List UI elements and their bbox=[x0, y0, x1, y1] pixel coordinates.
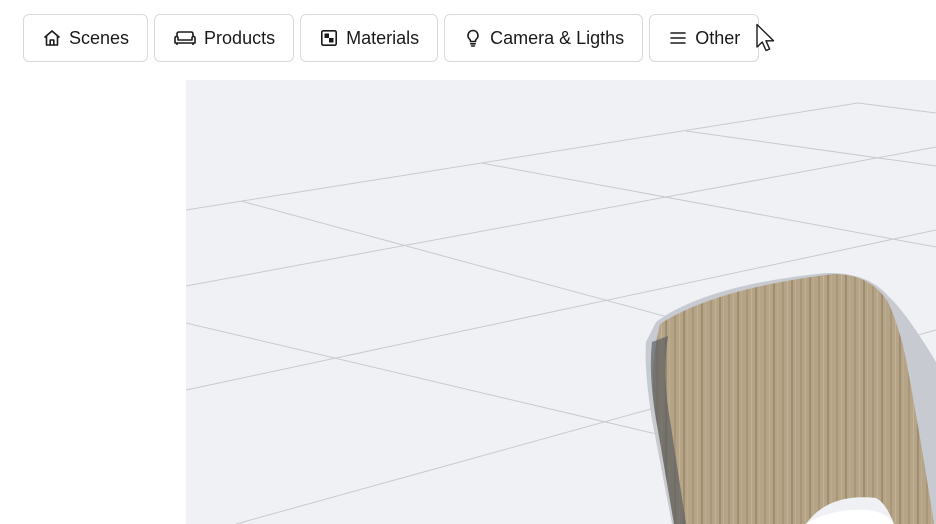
material-swatch-icon bbox=[319, 28, 339, 48]
products-label: Products bbox=[204, 27, 276, 48]
materials-button[interactable]: Materials bbox=[300, 14, 439, 62]
products-button[interactable]: Products bbox=[154, 14, 295, 62]
sofa-icon bbox=[173, 28, 197, 48]
camera-lights-button[interactable]: Camera & Ligths bbox=[444, 14, 644, 62]
chair-model bbox=[645, 272, 936, 524]
other-label: Other bbox=[695, 27, 741, 48]
menu-icon bbox=[668, 28, 688, 48]
house-icon bbox=[42, 28, 62, 48]
materials-label: Materials bbox=[346, 27, 420, 48]
mouse-cursor-icon bbox=[756, 23, 775, 52]
top-toolbar: Scenes Products Materials Camera & Ligth… bbox=[23, 14, 760, 62]
other-button[interactable]: Other bbox=[649, 14, 760, 62]
camera-lights-label: Camera & Ligths bbox=[490, 27, 625, 48]
lightbulb-icon bbox=[463, 28, 483, 48]
scenes-button[interactable]: Scenes bbox=[23, 14, 149, 62]
3d-viewport[interactable] bbox=[186, 80, 936, 524]
scenes-label: Scenes bbox=[69, 27, 130, 48]
